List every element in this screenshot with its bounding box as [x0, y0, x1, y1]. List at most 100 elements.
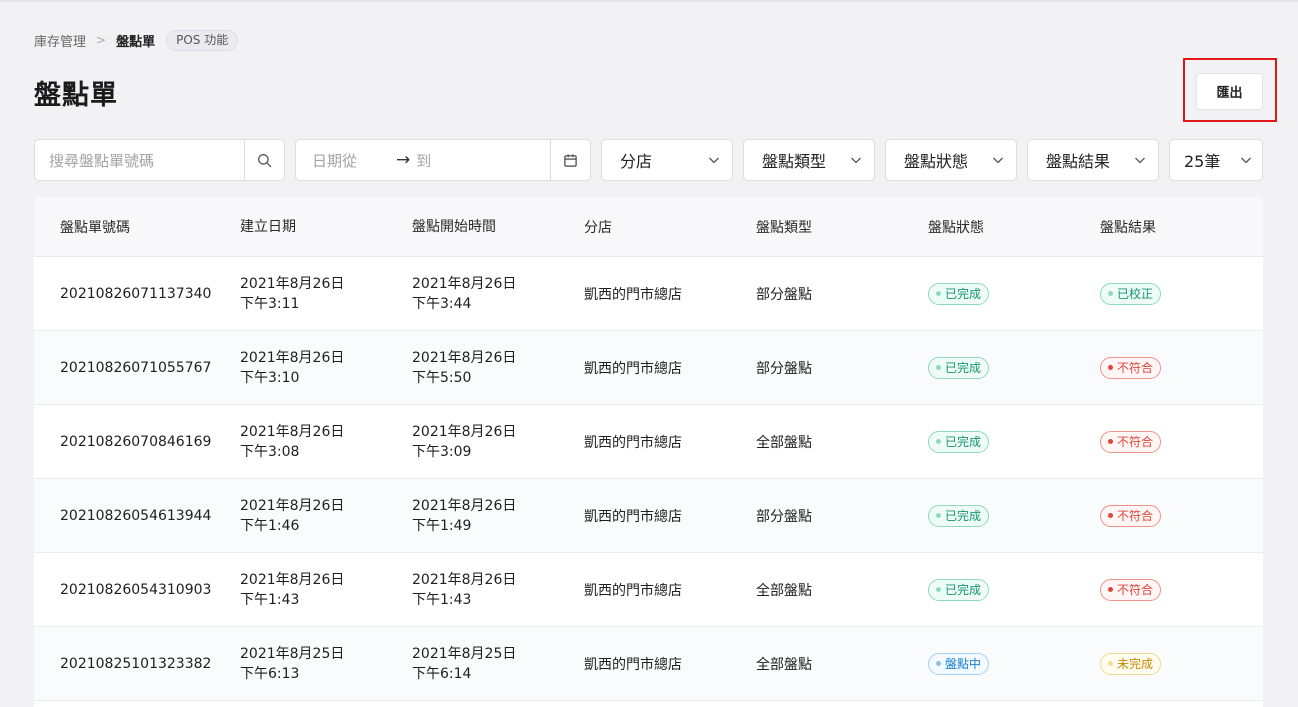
table-body: 20210826071137340 2021年8月26日 下午3:11 2021年8月… — [34, 257, 1263, 701]
count-type-select[interactable]: 盤點類型 — [743, 139, 875, 181]
result-dot-icon — [1108, 661, 1113, 666]
chevron-down-icon — [992, 156, 1004, 164]
count-result-select[interactable]: 盤點結果 — [1027, 139, 1159, 181]
cell-created-time: 下午3:10 — [240, 369, 300, 386]
store-select[interactable]: 分店 — [601, 139, 733, 181]
column-header-result[interactable]: 盤點結果 — [1073, 217, 1263, 237]
cell-start: 2021年8月25日 下午6:14 — [385, 644, 557, 684]
cell-start-date: 2021年8月26日 — [412, 497, 517, 514]
column-header-status[interactable]: 盤點狀態 — [901, 217, 1073, 237]
cell-id: 20210826054613944 — [60, 507, 212, 524]
result-dot-icon — [1108, 513, 1113, 518]
cell-created: 2021年8月26日 下午3:08 — [213, 422, 385, 462]
column-header-store[interactable]: 分店 — [557, 217, 729, 237]
chevron-down-icon — [708, 156, 720, 164]
cell-created: 2021年8月25日 下午6:13 — [213, 644, 385, 684]
status-dot-icon — [936, 661, 941, 666]
cell-id: 20210826071055767 — [60, 359, 212, 376]
date-range-picker[interactable]: 日期從 → 到 — [295, 139, 591, 181]
cell-result: 未完成 — [1073, 652, 1263, 675]
table-header: 盤點單號碼 建立日期 盤點開始時間 分店 盤點類型 盤點狀態 盤點結果 — [34, 197, 1263, 257]
breadcrumb: 庫存管理 > 盤點單 POS 功能 — [34, 29, 239, 51]
cell-start-date: 2021年8月26日 — [412, 349, 517, 366]
status-badge: 盤點中 — [928, 652, 990, 675]
cell-status: 盤點中 — [901, 652, 1073, 675]
status-dot-icon — [936, 513, 941, 518]
date-to-input[interactable]: 到 — [416, 150, 550, 171]
cell-result: 不符合 — [1073, 578, 1263, 601]
count-status-select[interactable]: 盤點狀態 — [885, 139, 1017, 181]
cell-type: 全部盤點 — [756, 434, 812, 451]
column-header-id[interactable]: 盤點單號碼 — [34, 217, 213, 237]
table-row[interactable]: 20210826071137340 2021年8月26日 下午3:11 2021年8月… — [34, 257, 1263, 331]
cell-store: 凱西的門市總店 — [584, 360, 682, 377]
status-badge: 已完成 — [928, 282, 990, 305]
table-row[interactable]: 20210826071055767 2021年8月26日 下午3:10 2021年8月… — [34, 331, 1263, 405]
cell-created: 2021年8月26日 下午3:11 — [213, 274, 385, 314]
status-dot-icon — [936, 291, 941, 296]
store-select-label: 分店 — [620, 152, 653, 171]
cell-created-date: 2021年8月26日 — [240, 349, 345, 366]
cell-created-date: 2021年8月26日 — [240, 275, 345, 292]
cell-type: 部分盤點 — [756, 508, 812, 525]
status-badge: 已完成 — [928, 430, 990, 453]
date-from-input[interactable]: 日期從 — [296, 150, 396, 171]
cell-store: 凱西的門市總店 — [584, 434, 682, 451]
cell-result: 不符合 — [1073, 356, 1263, 379]
cell-start-time: 下午6:14 — [412, 665, 472, 682]
cell-result: 不符合 — [1073, 430, 1263, 453]
cell-result: 不符合 — [1073, 504, 1263, 527]
chevron-down-icon — [1134, 156, 1146, 164]
table-row[interactable]: 20210825101323382 2021年8月25日 下午6:13 2021年8月… — [34, 627, 1263, 701]
cell-id: 20210826054310903 — [60, 581, 212, 598]
result-badge: 不符合 — [1100, 578, 1162, 601]
column-header-start-time[interactable]: 盤點開始時間 — [385, 217, 557, 237]
result-badge-label: 已校正 — [1117, 287, 1154, 301]
cell-created: 2021年8月26日 下午1:46 — [213, 496, 385, 536]
top-divider — [0, 0, 1298, 2]
status-dot-icon — [936, 365, 941, 370]
search-button[interactable] — [244, 140, 284, 180]
cell-start-date: 2021年8月26日 — [412, 571, 517, 588]
arrow-right-icon: → — [396, 150, 411, 170]
column-header-type[interactable]: 盤點類型 — [729, 217, 901, 237]
search-icon — [258, 153, 272, 167]
status-badge-label: 已完成 — [945, 509, 982, 523]
page-size-select[interactable]: 25筆 — [1169, 139, 1263, 181]
cell-status: 已完成 — [901, 282, 1073, 305]
cell-start-time: 下午1:43 — [412, 591, 472, 608]
search-input[interactable]: 搜尋盤點單號碼 — [35, 150, 244, 171]
calendar-button[interactable] — [550, 140, 590, 180]
table-row[interactable]: 20210826054310903 2021年8月26日 下午1:43 2021年8月… — [34, 553, 1263, 627]
result-badge: 不符合 — [1100, 430, 1162, 453]
pos-feature-tag: POS 功能 — [166, 29, 239, 51]
table-row[interactable]: 20210826070846169 2021年8月26日 下午3:08 2021年8月… — [34, 405, 1263, 479]
cell-created-date: 2021年8月26日 — [240, 497, 345, 514]
status-badge-label: 已完成 — [945, 361, 982, 375]
count-status-select-label: 盤點狀態 — [904, 152, 969, 171]
search-field: 搜尋盤點單號碼 — [34, 139, 285, 181]
stocktake-table: 盤點單號碼 建立日期 盤點開始時間 分店 盤點類型 盤點狀態 盤點結果 2021… — [34, 197, 1263, 707]
count-type-select-label: 盤點類型 — [762, 152, 827, 171]
chevron-down-icon — [850, 156, 862, 164]
result-badge-label: 不符合 — [1117, 509, 1154, 523]
result-dot-icon — [1108, 291, 1113, 296]
cell-created-time: 下午3:11 — [240, 295, 300, 312]
page-title: 盤點單 — [34, 80, 118, 111]
status-badge-label: 已完成 — [945, 583, 982, 597]
breadcrumb-link-inventory[interactable]: 庫存管理 — [34, 31, 86, 50]
count-result-select-label: 盤點結果 — [1046, 152, 1111, 171]
export-button[interactable]: 匯出 — [1196, 73, 1263, 110]
cell-created-date: 2021年8月26日 — [240, 423, 345, 440]
cell-type: 全部盤點 — [756, 656, 812, 673]
result-badge-label: 不符合 — [1117, 583, 1154, 597]
cell-created-time: 下午6:13 — [240, 665, 300, 682]
cell-id: 20210825101323382 — [60, 655, 212, 672]
column-header-created[interactable]: 建立日期 — [213, 217, 385, 237]
table-row[interactable]: 20210826054613944 2021年8月26日 下午1:46 2021年8月… — [34, 479, 1263, 553]
cell-created: 2021年8月26日 下午3:10 — [213, 348, 385, 388]
cell-status: 已完成 — [901, 356, 1073, 379]
cell-start: 2021年8月26日 下午1:49 — [385, 496, 557, 536]
status-badge: 已完成 — [928, 356, 990, 379]
cell-type: 部分盤點 — [756, 286, 812, 303]
